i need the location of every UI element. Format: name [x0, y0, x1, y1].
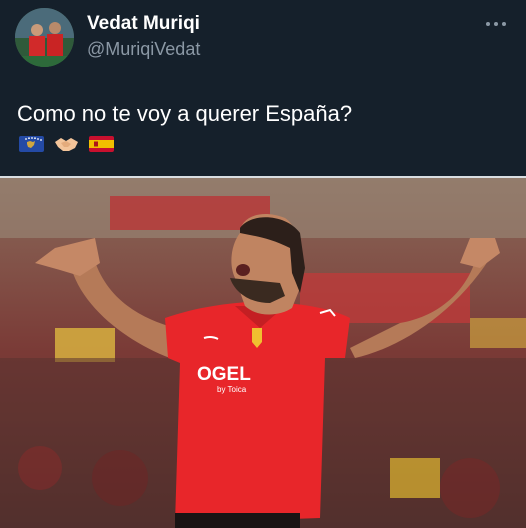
avatar[interactable] — [15, 8, 74, 67]
tweet-text: Como no te voy a querer España? — [17, 101, 353, 126]
author-name[interactable]: Vedat Muriqi — [87, 13, 200, 35]
tweet-header: Vedat Muriqi @MuriqiVedat Como no te voy… — [0, 0, 526, 176]
author-handle[interactable]: @MuriqiVedat — [87, 39, 200, 60]
handshake-icon — [53, 133, 80, 155]
spain-flag-icon — [88, 133, 115, 155]
kosovo-flag-icon — [18, 133, 45, 155]
jersey-sponsor: OGEL — [197, 364, 251, 385]
jersey-sponsor-sub: by Toica — [217, 385, 247, 394]
tweet-media-photo[interactable]: OGEL by Toica — [0, 176, 526, 528]
emoji-row — [18, 133, 115, 155]
more-options-icon[interactable] — [484, 14, 508, 34]
